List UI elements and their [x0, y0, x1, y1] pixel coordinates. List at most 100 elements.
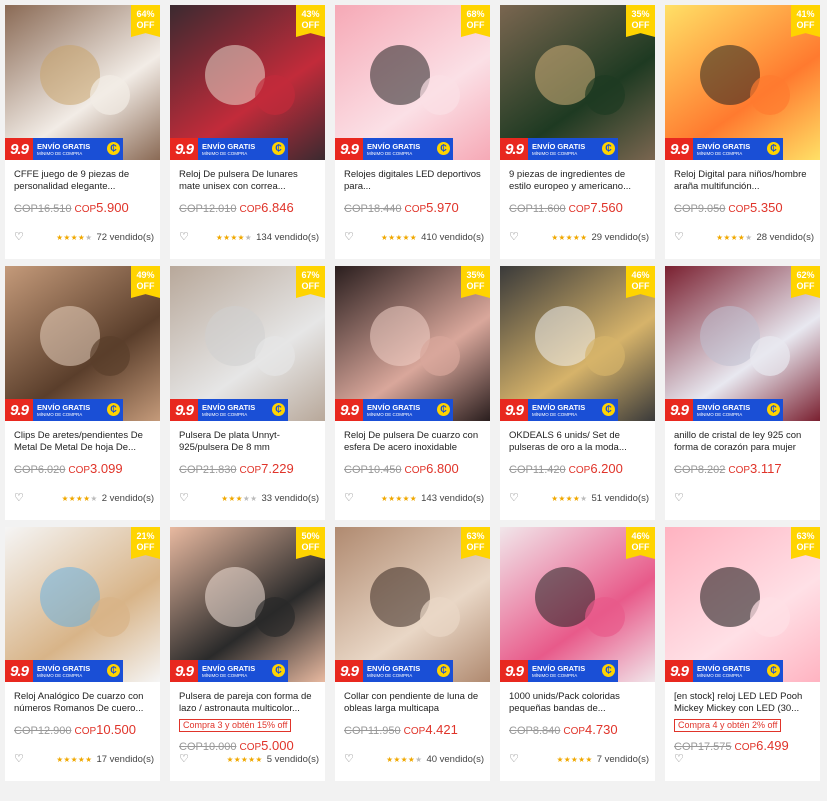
currency-label: COP [239, 742, 262, 753]
nine-nine-label: 9.9 [5, 660, 33, 682]
product-image[interactable]: 63% OFF 9.9 ENVÍO GRATIS MÍNIMO DE COMPRA… [665, 527, 820, 682]
product-image[interactable]: 62% OFF 9.9 ENVÍO GRATIS MÍNIMO DE COMPRA… [665, 266, 820, 421]
sale-price: 7.560 [590, 200, 623, 215]
nine-nine-label: 9.9 [170, 399, 198, 421]
product-image[interactable]: 63% OFF 9.9 ENVÍO GRATIS MÍNIMO DE COMPRA… [335, 527, 490, 682]
product-title[interactable]: 1000 unids/Pack coloridas pequeñas banda… [509, 691, 646, 715]
price-row: COP8.840 COP4.730 [509, 722, 646, 737]
product-image[interactable]: 46% OFF 9.9 ENVÍO GRATIS MÍNIMO DE COMPRA… [500, 527, 655, 682]
product-title[interactable]: Reloj Analógico De cuarzo con números Ro… [14, 691, 151, 715]
product-card[interactable]: 68% OFF 9.9 ENVÍO GRATIS MÍNIMO DE COMPRA… [335, 5, 490, 259]
product-card[interactable]: 41% OFF 9.9 ENVÍO GRATIS MÍNIMO DE COMPRA… [665, 5, 820, 259]
sale-price: 3.117 [750, 461, 782, 476]
heart-icon[interactable]: ♡ [14, 492, 24, 504]
rating: ★★★★★ 410 vendido(s) [381, 232, 484, 243]
product-image[interactable]: 35% OFF 9.9 ENVÍO GRATIS MÍNIMO DE COMPRA… [500, 5, 655, 160]
product-title[interactable]: anillo de cristal de ley 925 con forma d… [674, 430, 811, 454]
original-price: COP12.010 [179, 203, 237, 215]
product-image[interactable]: 21% OFF 9.9 ENVÍO GRATIS MÍNIMO DE COMPRA… [5, 527, 160, 682]
coin-icon: ₵ [107, 664, 120, 677]
product-image[interactable]: 41% OFF 9.9 ENVÍO GRATIS MÍNIMO DE COMPRA… [665, 5, 820, 160]
product-image[interactable]: 35% OFF 9.9 ENVÍO GRATIS MÍNIMO DE COMPRA… [335, 266, 490, 421]
product-title[interactable]: [en stock] reloj LED LED Pooh Mickey Mic… [674, 691, 811, 715]
coin-icon: ₵ [107, 403, 120, 416]
shipping-label: ENVÍO GRATIS MÍNIMO DE COMPRA ₵ [198, 399, 288, 421]
discount-badge: 67% OFF [296, 266, 325, 298]
heart-icon[interactable]: ♡ [674, 231, 684, 243]
product-card[interactable]: 35% OFF 9.9 ENVÍO GRATIS MÍNIMO DE COMPRA… [335, 266, 490, 520]
product-title[interactable]: Pulsera de pareja con forma de lazo / as… [179, 691, 316, 715]
nine-nine-label: 9.9 [5, 399, 33, 421]
product-card[interactable]: 35% OFF 9.9 ENVÍO GRATIS MÍNIMO DE COMPRA… [500, 5, 655, 259]
heart-icon[interactable]: ♡ [179, 753, 189, 765]
product-image[interactable]: 49% OFF 9.9 ENVÍO GRATIS MÍNIMO DE COMPRA… [5, 266, 160, 421]
heart-icon[interactable]: ♡ [344, 753, 354, 765]
heart-icon[interactable]: ♡ [344, 492, 354, 504]
product-title[interactable]: Relojes digitales LED deportivos para... [344, 169, 481, 193]
coin-icon: ₵ [602, 142, 615, 155]
heart-icon[interactable]: ♡ [179, 492, 189, 504]
product-image[interactable]: 67% OFF 9.9 ENVÍO GRATIS MÍNIMO DE COMPRA… [170, 266, 325, 421]
product-card[interactable]: 63% OFF 9.9 ENVÍO GRATIS MÍNIMO DE COMPRA… [335, 527, 490, 781]
sale-price: 7.229 [261, 461, 294, 476]
product-card[interactable]: 67% OFF 9.9 ENVÍO GRATIS MÍNIMO DE COMPRA… [170, 266, 325, 520]
product-image[interactable]: 68% OFF 9.9 ENVÍO GRATIS MÍNIMO DE COMPRA… [335, 5, 490, 160]
heart-icon[interactable]: ♡ [344, 231, 354, 243]
product-card[interactable]: 49% OFF 9.9 ENVÍO GRATIS MÍNIMO DE COMPRA… [5, 266, 160, 520]
product-image[interactable]: 43% OFF 9.9 ENVÍO GRATIS MÍNIMO DE COMPRA… [170, 5, 325, 160]
product-image[interactable]: 50% OFF 9.9 ENVÍO GRATIS MÍNIMO DE COMPRA… [170, 527, 325, 682]
shipping-label: ENVÍO GRATIS MÍNIMO DE COMPRA ₵ [198, 138, 288, 160]
currency-label: COP [728, 204, 751, 215]
nine-nine-label: 9.9 [665, 660, 693, 682]
original-price: COP21.830 [179, 464, 237, 476]
product-card[interactable]: 46% OFF 9.9 ENVÍO GRATIS MÍNIMO DE COMPRA… [500, 266, 655, 520]
product-image[interactable]: 64% OFF 9.9 ENVÍO GRATIS MÍNIMO DE COMPRA… [5, 5, 160, 160]
heart-icon[interactable]: ♡ [509, 231, 519, 243]
product-title[interactable]: Collar con pendiente de luna de obleas l… [344, 691, 481, 715]
product-title[interactable]: Reloj De pulsera De cuarzo con esfera De… [344, 430, 481, 454]
original-price: COP8.202 [674, 464, 726, 476]
product-title[interactable]: Pulsera De plata Unnyt-925/pulsera De 8 … [179, 430, 316, 454]
coin-icon: ₵ [767, 664, 780, 677]
currency-label: COP [74, 204, 97, 215]
product-image[interactable]: 46% OFF 9.9 ENVÍO GRATIS MÍNIMO DE COMPRA… [500, 266, 655, 421]
product-title[interactable]: Reloj Digital para niños/hombre araña mu… [674, 169, 811, 193]
star-rating: ★★★★★ [221, 493, 258, 503]
product-title[interactable]: CFFE juego de 9 piezas de personalidad e… [14, 169, 151, 193]
product-title[interactable]: Clips De aretes/pendientes De Metal De M… [14, 430, 151, 454]
product-card[interactable]: 64% OFF 9.9 ENVÍO GRATIS MÍNIMO DE COMPRA… [5, 5, 160, 259]
discount-badge: 35% OFF [626, 5, 655, 37]
product-title[interactable]: 9 piezas de ingredientes de estilo europ… [509, 169, 646, 193]
nine-nine-label: 9.9 [170, 138, 198, 160]
coin-icon: ₵ [272, 142, 285, 155]
rating: ★★★★★ 5 vendido(s) [227, 754, 319, 765]
product-card[interactable]: 62% OFF 9.9 ENVÍO GRATIS MÍNIMO DE COMPRA… [665, 266, 820, 520]
product-card[interactable]: 46% OFF 9.9 ENVÍO GRATIS MÍNIMO DE COMPRA… [500, 527, 655, 781]
product-card[interactable]: 21% OFF 9.9 ENVÍO GRATIS MÍNIMO DE COMPRA… [5, 527, 160, 781]
heart-icon[interactable]: ♡ [179, 231, 189, 243]
heart-icon[interactable]: ♡ [509, 492, 519, 504]
product-card[interactable]: 43% OFF 9.9 ENVÍO GRATIS MÍNIMO DE COMPRA… [170, 5, 325, 259]
heart-icon[interactable]: ♡ [14, 753, 24, 765]
free-shipping-banner: 9.9 ENVÍO GRATIS MÍNIMO DE COMPRA ₵ [5, 138, 123, 160]
sold-count: 17 vendido(s) [96, 753, 154, 765]
heart-icon[interactable]: ♡ [509, 753, 519, 765]
product-title[interactable]: Reloj De pulsera De lunares mate unisex … [179, 169, 316, 193]
product-title[interactable]: OKDEALS 6 unids/ Set de pulseras de oro … [509, 430, 646, 454]
currency-label: COP [568, 204, 591, 215]
original-price: COP6.020 [14, 464, 66, 476]
original-price: COP18.440 [344, 203, 402, 215]
promo-tag: Compra 3 y obtén 15% off [179, 719, 292, 732]
shipping-label: ENVÍO GRATIS MÍNIMO DE COMPRA ₵ [693, 399, 783, 421]
free-shipping-banner: 9.9 ENVÍO GRATIS MÍNIMO DE COMPRA ₵ [5, 399, 123, 421]
product-card[interactable]: 50% OFF 9.9 ENVÍO GRATIS MÍNIMO DE COMPRA… [170, 527, 325, 781]
heart-icon[interactable]: ♡ [674, 492, 684, 504]
product-card[interactable]: 63% OFF 9.9 ENVÍO GRATIS MÍNIMO DE COMPRA… [665, 527, 820, 781]
shipping-label: ENVÍO GRATIS MÍNIMO DE COMPRA ₵ [693, 660, 783, 682]
shipping-label: ENVÍO GRATIS MÍNIMO DE COMPRA ₵ [528, 138, 618, 160]
price-row: COP11.950 COP4.421 [344, 722, 481, 737]
rating: ★★★★★ 2 vendido(s) [62, 493, 154, 504]
heart-icon[interactable]: ♡ [14, 231, 24, 243]
nine-nine-label: 9.9 [665, 138, 693, 160]
heart-icon[interactable]: ♡ [674, 753, 684, 765]
